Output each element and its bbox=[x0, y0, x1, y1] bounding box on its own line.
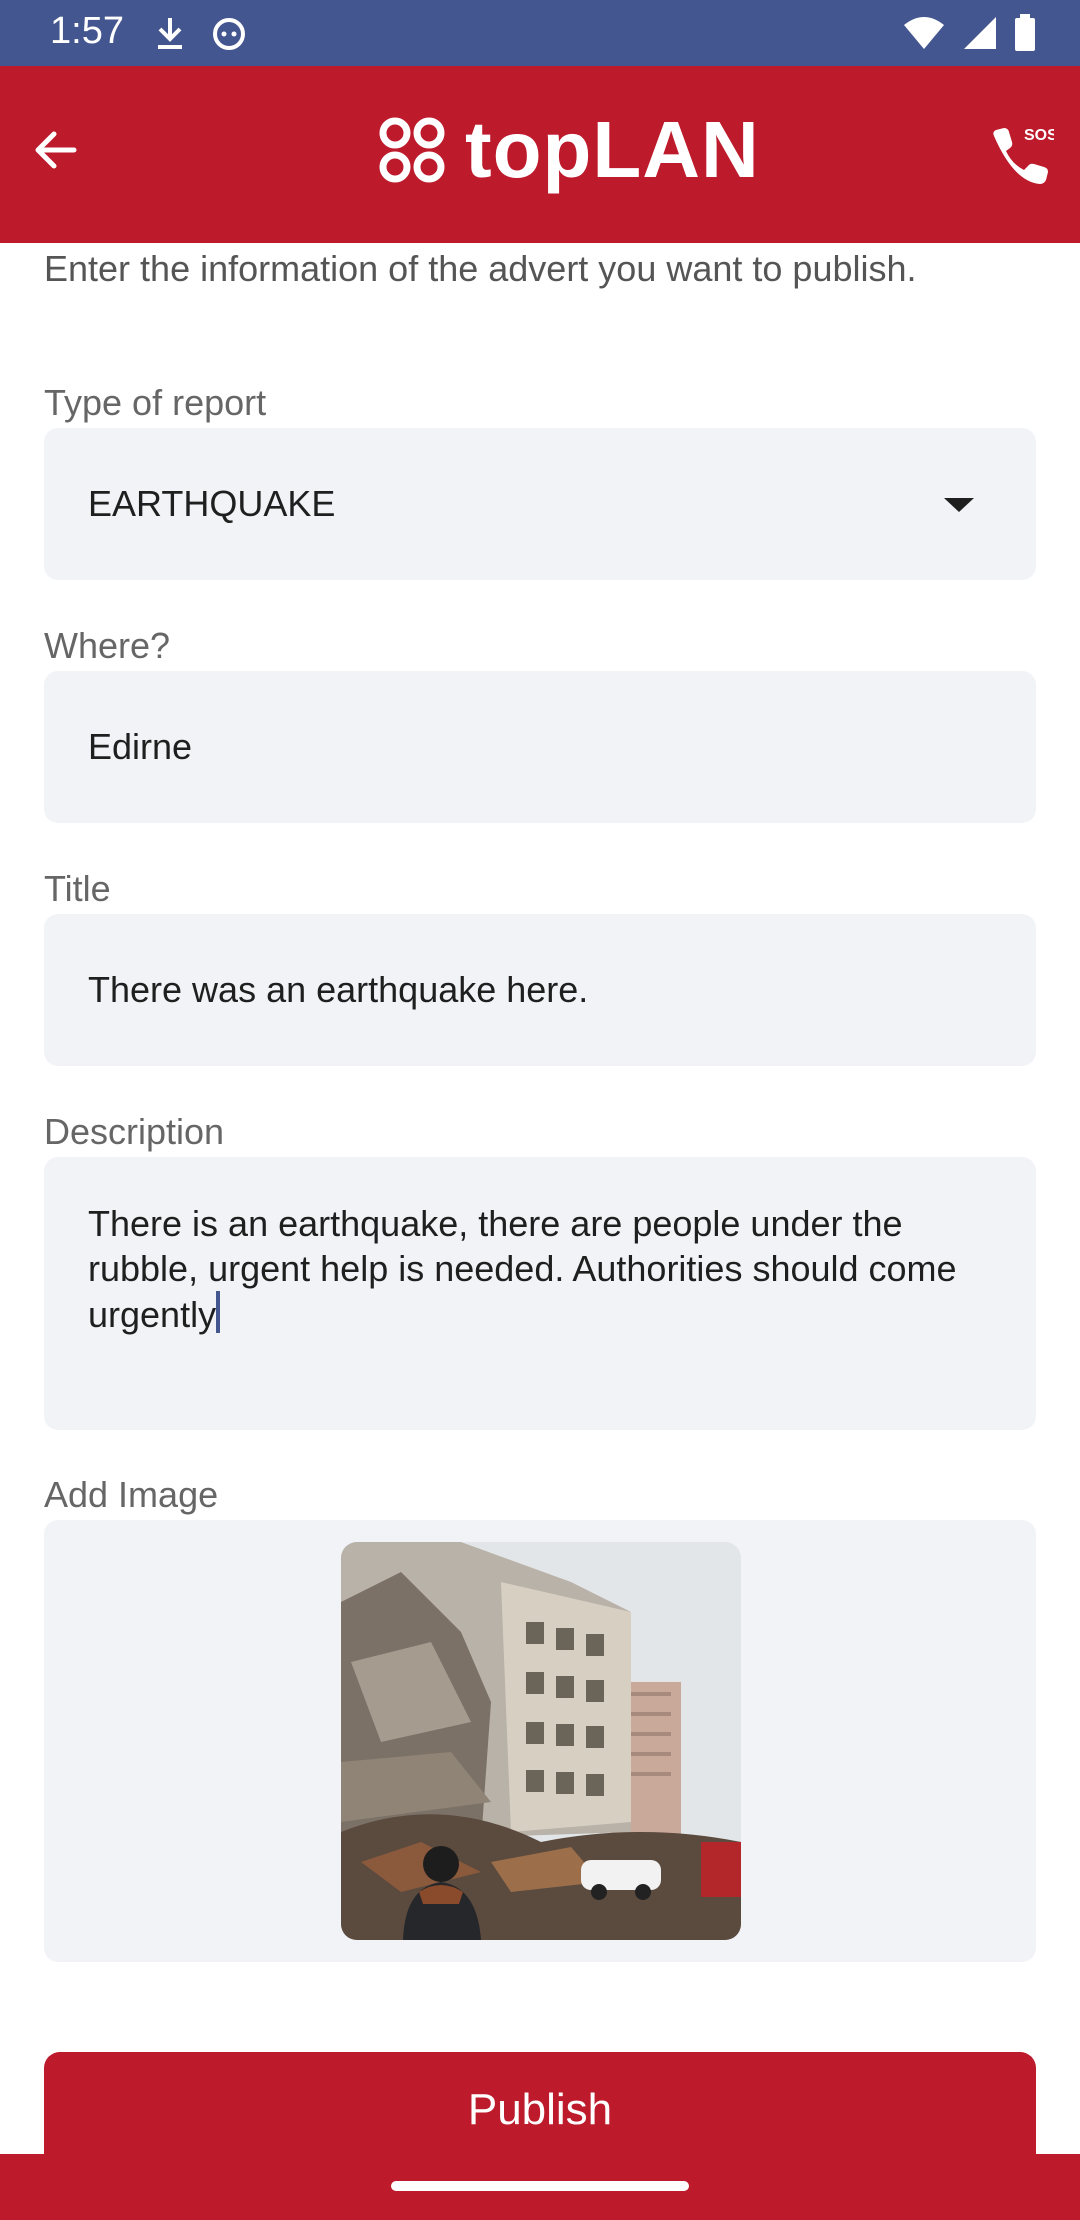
image-picker[interactable] bbox=[44, 1520, 1036, 1962]
description-label: Description bbox=[44, 1111, 225, 1152]
description-input[interactable]: There is an earthquake, there are people… bbox=[44, 1157, 1036, 1430]
status-bar: 1:57 bbox=[0, 0, 1080, 66]
title-value: There was an earthquake here. bbox=[88, 969, 589, 1010]
title-input[interactable]: There was an earthquake here. bbox=[44, 914, 1036, 1066]
brand-logo: topLAN bbox=[375, 110, 760, 190]
app-bar: topLAN SOS bbox=[0, 66, 1080, 243]
status-time: 1:57 bbox=[50, 10, 124, 52]
signal-icon bbox=[964, 17, 996, 49]
wifi-icon bbox=[904, 17, 944, 49]
type-label: Type of report bbox=[44, 382, 267, 423]
intro-text: Enter the information of the advert you … bbox=[44, 248, 917, 289]
caret-down-icon bbox=[944, 498, 974, 512]
text-cursor bbox=[216, 1291, 221, 1333]
home-indicator[interactable] bbox=[391, 2181, 689, 2191]
download-icon bbox=[158, 18, 182, 49]
battery-icon bbox=[1015, 14, 1035, 51]
earthquake-photo bbox=[341, 1542, 741, 1940]
where-value: Edirne bbox=[88, 726, 193, 767]
where-input[interactable]: Edirne bbox=[44, 671, 1036, 823]
image-label: Add Image bbox=[44, 1474, 219, 1515]
sos-label: SOS bbox=[1024, 127, 1054, 144]
report-type-value: EARTHQUAKE bbox=[88, 483, 336, 524]
cloverleaf-icon bbox=[379, 117, 445, 183]
cat-face-icon bbox=[213, 18, 245, 50]
arrow-left-icon[interactable] bbox=[28, 122, 84, 178]
report-type-dropdown[interactable]: EARTHQUAKE bbox=[44, 428, 1036, 580]
brand-name: topLAN bbox=[465, 105, 760, 194]
title-label: Title bbox=[44, 868, 111, 909]
where-label: Where? bbox=[44, 625, 171, 666]
phone-sos-icon[interactable]: SOS bbox=[984, 122, 1054, 192]
publish-button[interactable]: Publish bbox=[44, 2052, 1036, 2172]
